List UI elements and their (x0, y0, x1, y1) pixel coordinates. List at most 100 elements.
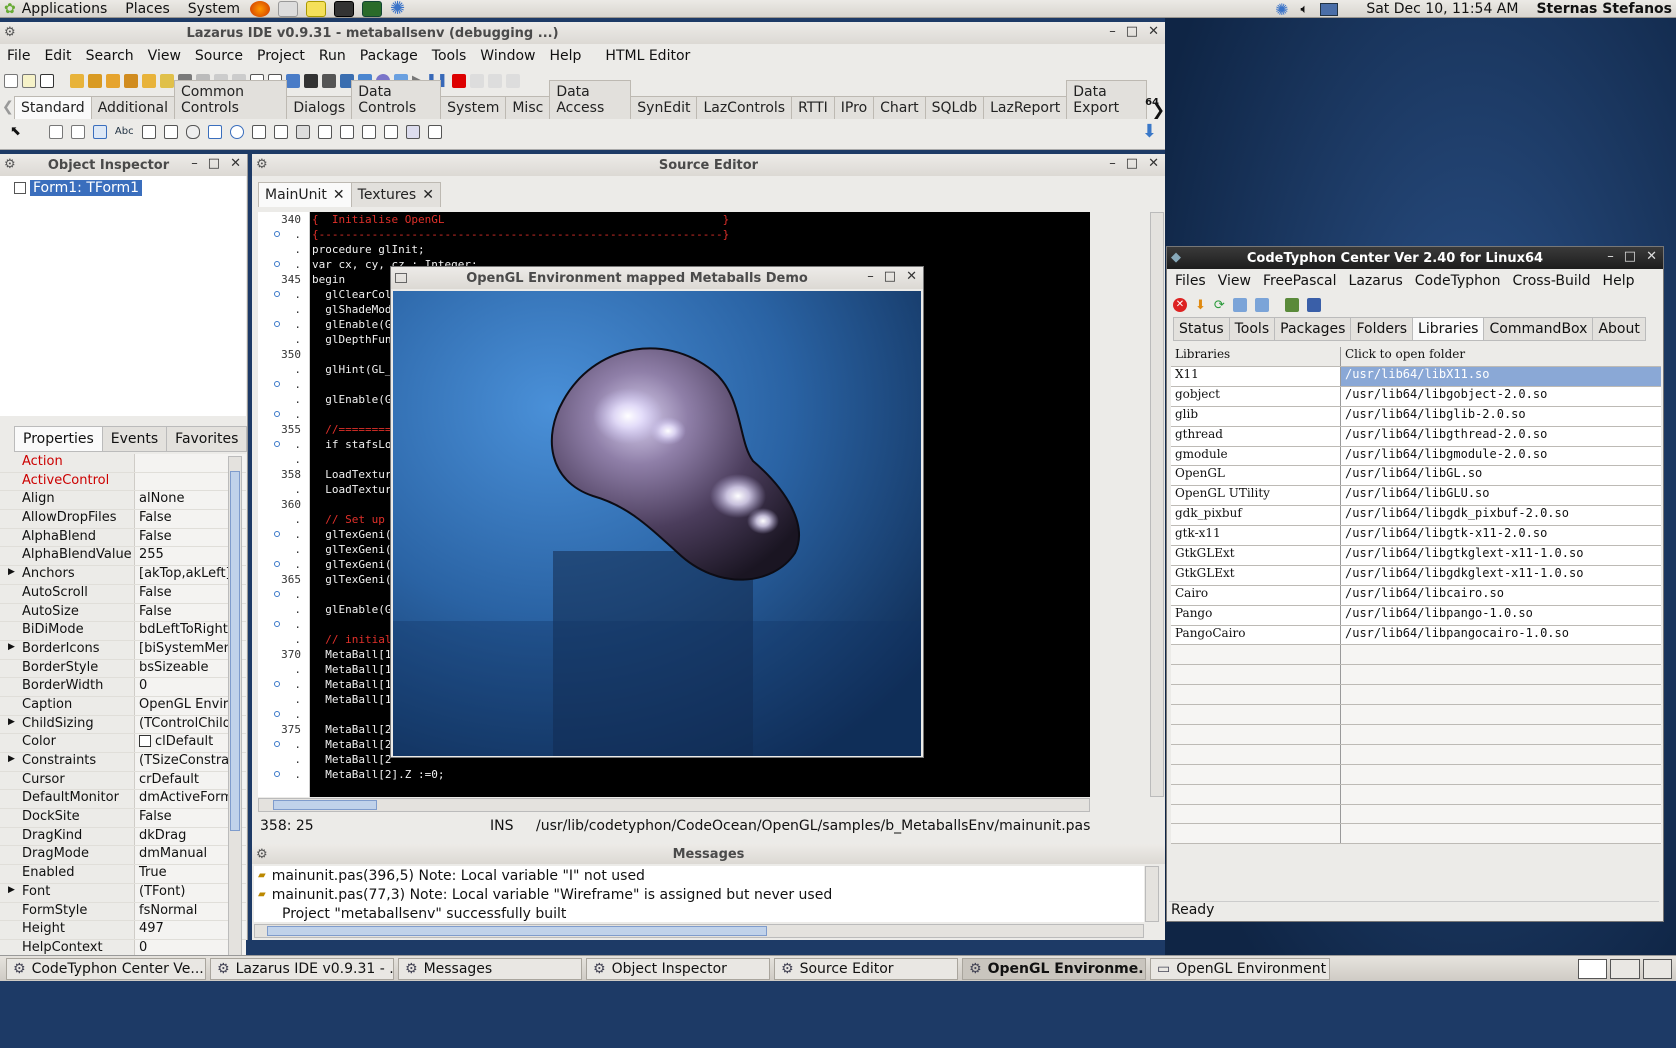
tab-data-export[interactable]: Data Export (1066, 80, 1147, 119)
library-path[interactable]: /usr/lib64/libgdk_pixbuf-2.0.so (1341, 506, 1661, 526)
close-button[interactable]: ✕ (906, 269, 917, 284)
close-tab-icon[interactable]: ✕ (333, 187, 345, 203)
library-path[interactable]: /usr/lib64/libpango-1.0.so (1341, 605, 1661, 625)
taskbar-item[interactable]: ▭ OpenGL Environment ... (1150, 957, 1330, 980)
property-row[interactable]: DefaultMonitor dmActiveForm (0, 790, 246, 810)
table-row[interactable]: gtk-x11/usr/lib64/libgtk-x11-2.0.so (1171, 526, 1661, 547)
workspace-3[interactable] (1642, 959, 1672, 979)
library-path[interactable]: /usr/lib64/libgdkglext-x11-1.0.so (1341, 565, 1661, 585)
tab-lazcontrols[interactable]: LazControls (696, 96, 793, 119)
menu-view[interactable]: View (141, 48, 188, 64)
step-into-icon[interactable] (469, 73, 484, 88)
copy-icon[interactable] (1232, 298, 1247, 312)
library-name[interactable] (1171, 725, 1341, 744)
table-row[interactable]: glib/usr/lib64/libglib-2.0.so (1171, 406, 1661, 427)
library-path[interactable]: /usr/lib64/libX11.so (1341, 367, 1661, 386)
stop-icon[interactable] (451, 73, 466, 88)
property-row[interactable]: ▶ Constraints (TSizeConstra (0, 753, 246, 772)
messages-hscroll[interactable] (254, 924, 1144, 938)
maximize-button[interactable]: □ (1126, 156, 1138, 171)
library-name[interactable]: PangoCairo (1171, 625, 1341, 645)
property-row[interactable]: ▶ Font (TFont) (0, 883, 246, 903)
menu-file[interactable]: File (0, 48, 37, 64)
library-name[interactable]: GtkGLExt (1171, 546, 1341, 565)
display-icon[interactable] (1320, 2, 1339, 16)
library-name[interactable] (1171, 685, 1341, 705)
menu-codetyphon[interactable]: CodeTyphon (1409, 273, 1507, 289)
table-row[interactable] (1171, 824, 1661, 845)
library-path[interactable] (1341, 824, 1661, 844)
palette-down-icon[interactable]: ⬇ (1142, 121, 1157, 142)
property-row[interactable]: Enabled True (0, 865, 246, 884)
table-row[interactable]: gmodule/usr/lib64/libgmodule-2.0.so (1171, 446, 1661, 467)
property-row[interactable]: Cursor crDefault (0, 771, 246, 791)
library-name[interactable] (1171, 744, 1341, 764)
table-row[interactable]: X11/usr/lib64/libX11.so (1171, 367, 1661, 387)
menu-cross-build[interactable]: Cross-Build (1506, 273, 1596, 289)
breakpoint-marker-icon[interactable] (274, 741, 280, 747)
window-menu-icon[interactable]: ⚙ (256, 157, 270, 172)
system-menu[interactable]: System (182, 1, 246, 17)
library-name[interactable]: gobject (1171, 386, 1341, 406)
breakpoint-marker-icon[interactable] (274, 561, 280, 567)
menu-freepascal[interactable]: FreePascal (1257, 273, 1343, 289)
step-over-icon[interactable] (487, 73, 502, 88)
library-name[interactable]: gthread (1171, 426, 1341, 446)
checkgroup-component-icon[interactable] (361, 124, 376, 139)
menu-html-editor[interactable]: HTML Editor (598, 48, 697, 64)
library-path[interactable]: /usr/lib64/libgthread-2.0.so (1341, 426, 1661, 446)
tree-item-form1[interactable]: Form1: TForm1 (30, 180, 143, 196)
stop-icon[interactable]: ✕ (1173, 298, 1187, 312)
library-name[interactable]: X11 (1171, 367, 1341, 386)
scrollbar-thumb[interactable] (230, 471, 240, 831)
taskbar-item[interactable]: ⚙ Object Inspector (586, 957, 770, 980)
library-name[interactable]: GtkGLExt (1171, 565, 1341, 585)
library-name[interactable] (1171, 764, 1341, 784)
menu-project[interactable]: Project (250, 48, 312, 64)
table-row[interactable]: OpenGL UTility/usr/lib64/libGLU.so (1171, 486, 1661, 507)
build-icon[interactable] (322, 73, 336, 88)
popupmenu-component-icon[interactable] (70, 124, 85, 139)
property-row[interactable]: Caption OpenGL Envir (0, 696, 246, 716)
property-row[interactable]: ▶ BorderIcons [biSystemMen (0, 640, 246, 660)
library-path[interactable] (1341, 725, 1661, 744)
menu-help[interactable]: Help (1597, 273, 1641, 289)
tab-packages[interactable]: Packages (1274, 317, 1352, 341)
table-row[interactable]: gobject/usr/lib64/libgobject-2.0.so (1171, 386, 1661, 407)
library-path[interactable]: /usr/lib64/libglib-2.0.so (1341, 406, 1661, 426)
project-inspector-icon[interactable] (286, 73, 300, 88)
pointer-tool-icon[interactable]: ⬉ (10, 124, 21, 139)
table-row[interactable] (1171, 705, 1661, 726)
window-menu-icon[interactable] (395, 273, 407, 283)
compile-icon[interactable] (304, 73, 318, 88)
property-row[interactable]: AlphaBlendValue 255 (0, 547, 246, 567)
close-button[interactable]: ✕ (1646, 249, 1657, 264)
new-form-icon[interactable] (22, 73, 36, 88)
tab-libraries[interactable]: Libraries (1412, 317, 1485, 341)
tab-folders[interactable]: Folders (1350, 317, 1414, 341)
library-name[interactable]: OpenGL UTility (1171, 486, 1341, 506)
tab-sqldb[interactable]: SQLdb (924, 96, 985, 119)
tab-tools[interactable]: Tools (1228, 317, 1276, 341)
breakpoint-marker-icon[interactable] (274, 711, 280, 717)
paste-icon[interactable] (1254, 298, 1269, 312)
combobox-component-icon[interactable] (273, 124, 288, 139)
library-path[interactable] (1341, 685, 1661, 705)
library-name[interactable] (1171, 665, 1341, 685)
maximize-button[interactable]: □ (1624, 249, 1636, 264)
breakpoint-marker-icon[interactable] (274, 681, 280, 687)
tab-standard[interactable]: Standard (14, 96, 92, 119)
library-path[interactable]: /usr/lib64/libgtkglext-x11-1.0.so (1341, 546, 1661, 565)
tab-common-controls[interactable]: Common Controls (173, 80, 288, 119)
actionlist-component-icon[interactable] (427, 124, 442, 139)
workspace-switcher[interactable] (1578, 959, 1672, 979)
tab-about[interactable]: About (1592, 317, 1646, 341)
taskbar-item[interactable]: ⚙ OpenGL Environme... (962, 957, 1146, 980)
toggle-form-icon[interactable] (142, 73, 156, 88)
tab-lazreport[interactable]: LazReport (983, 96, 1068, 119)
library-name[interactable] (1171, 784, 1341, 804)
taskbar-item[interactable]: ⚙ Source Editor (774, 957, 958, 980)
editor-vscroll[interactable] (1150, 212, 1164, 797)
table-row[interactable]: Cairo/usr/lib64/libcairo.so (1171, 585, 1661, 606)
property-row[interactable]: AutoSize False (0, 603, 246, 623)
